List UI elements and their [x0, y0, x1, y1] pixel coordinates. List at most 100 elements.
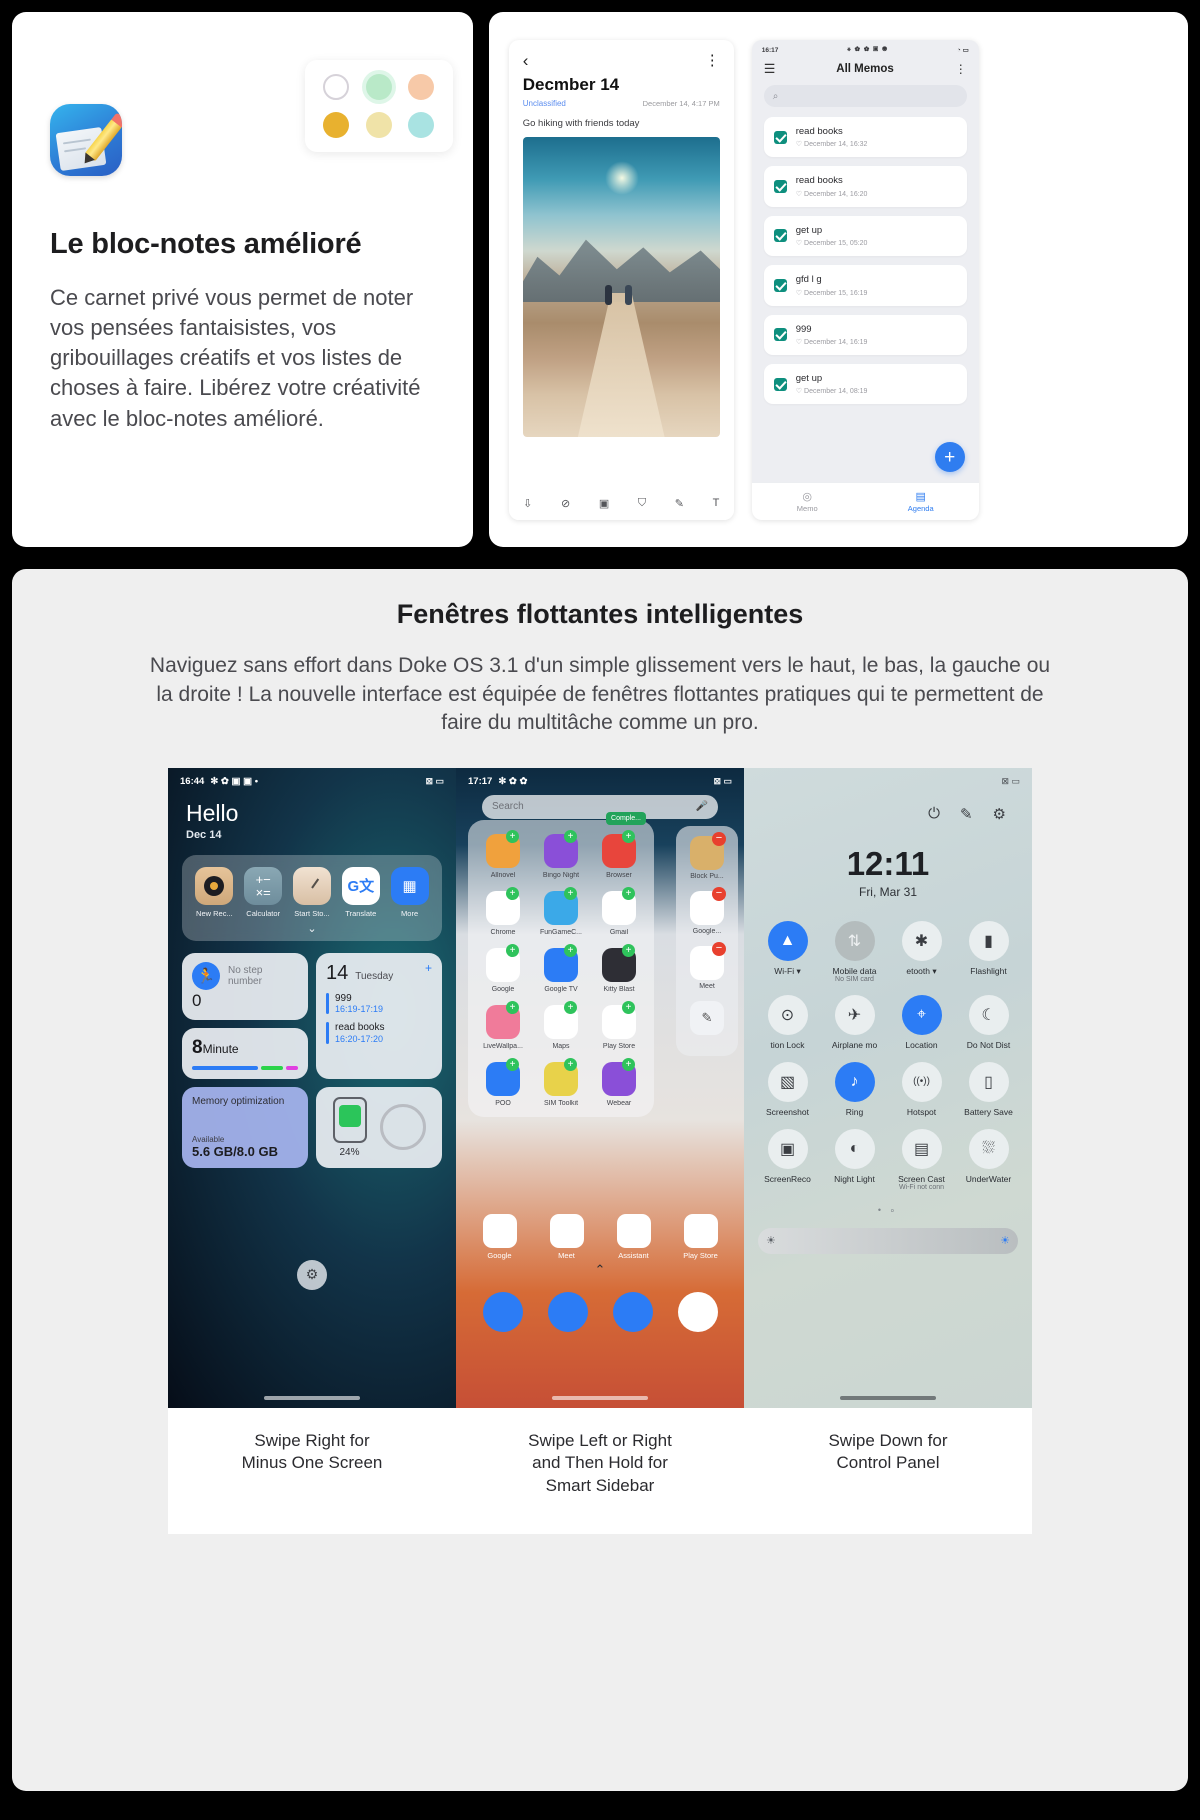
remove-icon[interactable]: − [712, 831, 726, 846]
swatch-white[interactable] [323, 74, 350, 100]
add-icon[interactable]: + [622, 943, 635, 957]
add-icon[interactable]: + [564, 886, 577, 900]
toggle-night-light[interactable]: ◐ Night Light [821, 1128, 888, 1191]
overflow-menu-icon[interactable]: ⋮ [955, 63, 967, 75]
add-icon[interactable]: + [564, 1057, 577, 1071]
add-memo-button[interactable]: + [934, 442, 965, 472]
app-maps[interactable]: + Maps [534, 1000, 588, 1050]
swatch-pale-yellow[interactable] [365, 112, 392, 138]
toggle-location[interactable]: ⌖ Location [888, 994, 955, 1050]
add-icon[interactable]: + [622, 886, 635, 900]
app-google[interactable]: + Google [476, 943, 530, 993]
swatch-gold[interactable] [323, 112, 350, 138]
swatch-peach[interactable] [408, 74, 435, 100]
add-icon[interactable]: + [506, 1057, 519, 1071]
remove-icon[interactable]: − [712, 886, 726, 901]
swatch-green[interactable] [365, 74, 392, 100]
expand-chevron-icon[interactable]: ⌄ [190, 922, 434, 935]
app-sim-toolkit[interactable]: + SIM Toolkit [534, 1057, 588, 1107]
app-poo[interactable]: + POO [476, 1057, 530, 1107]
phone-icon[interactable] [482, 1291, 523, 1332]
tab-agenda[interactable]: ▤ Agenda [908, 490, 934, 513]
toggle-ring[interactable]: ♪ Ring [821, 1061, 888, 1117]
checkbox[interactable] [773, 278, 787, 292]
app-kitty-blast[interactable]: + Kitty Blast [592, 943, 646, 993]
chrome-icon[interactable] [677, 1291, 718, 1332]
app-livewallpaper[interactable]: + LiveWallpa... [476, 1000, 530, 1050]
swatch-cyan[interactable] [408, 112, 435, 138]
add-icon[interactable]: + [506, 943, 519, 957]
brightness-slider[interactable]: ☀ ☀ [758, 1227, 1018, 1254]
shortcut-translate[interactable]: G文 Translate [338, 866, 384, 918]
toggle-flashlight[interactable]: ▮ Flashlight [955, 920, 1022, 983]
checkbox[interactable] [773, 377, 787, 391]
add-icon[interactable]: + [506, 886, 519, 900]
add-icon[interactable]: + [506, 1000, 519, 1014]
toggle-airplane-mode[interactable]: ✈ Airplane mo [821, 994, 888, 1050]
toggle-hotspot[interactable]: ((•)) Hotspot [888, 1061, 955, 1117]
search-input[interactable]: ⌕ [763, 85, 967, 107]
app-fungamec[interactable]: + FunGameC... [534, 886, 588, 936]
mic-icon[interactable]: 🎤 [696, 801, 708, 812]
settings-gear-button[interactable]: ⚙ [297, 1259, 327, 1290]
step-counter-widget[interactable]: 🏃 No step number 0 [182, 952, 308, 1020]
toggle-screenshot[interactable]: ▧ Screenshot [754, 1061, 821, 1117]
list-item[interactable]: read books ♡ December 14, 16:32 [763, 117, 967, 158]
shortcut-stopwatch[interactable]: Start Sto... [289, 866, 335, 918]
toggle-screen-recorder[interactable]: ▣ ScreenReco [754, 1128, 821, 1191]
app-play-store[interactable]: Play Store [679, 1213, 723, 1260]
sticker-icon[interactable]: ⛉ [638, 497, 646, 510]
app-meet[interactable]: Meet [545, 1213, 589, 1260]
toggle-battery-saver[interactable]: ▯ Battery Save [955, 1061, 1022, 1117]
sidebar-item-google[interactable]: − Google... [680, 886, 734, 935]
add-icon[interactable]: + [622, 829, 635, 843]
add-event-icon[interactable]: + [425, 961, 432, 975]
list-item[interactable]: get up ♡ December 15, 05:20 [763, 215, 967, 257]
sidebar-item-meet[interactable]: − Meet [680, 941, 734, 990]
edit-icon[interactable]: ✎ [960, 805, 973, 823]
checkbox[interactable] [773, 130, 787, 144]
hamburger-menu-icon[interactable]: ☰ [764, 62, 776, 75]
app-gmail[interactable]: + Gmail [592, 886, 646, 936]
note-category-tag[interactable]: Unclassified [523, 99, 566, 108]
browser-icon[interactable] [612, 1291, 653, 1332]
toggle-screen-cast[interactable]: ▤ Screen Cast Wi-Fi not conn [888, 1128, 955, 1191]
list-item[interactable]: gfd l g ♡ December 15, 16:19 [763, 265, 967, 306]
back-icon[interactable]: ‹ [523, 52, 529, 69]
settings-icon[interactable]: ⚙ [993, 805, 1006, 823]
app-play-store[interactable]: + Play Store [592, 1000, 646, 1050]
toggle-mobile-data[interactable]: ⇅ Mobile data No SIM card [821, 920, 888, 983]
add-icon[interactable]: + [622, 1057, 635, 1071]
list-item[interactable]: get up ♡ December 14, 08:19 [763, 363, 967, 405]
app-allnovel[interactable]: + Allnovel [476, 829, 530, 879]
add-icon[interactable]: + [564, 943, 577, 957]
up-chevron-icon[interactable]: ⌃ [456, 1262, 744, 1278]
app-google-tv[interactable]: + Google TV [534, 943, 588, 993]
toggle-bluetooth[interactable]: ✱ etooth ▾ [888, 920, 955, 983]
sidebar-item-note[interactable]: ✎ [680, 1000, 734, 1035]
checkbox[interactable] [773, 229, 787, 243]
calendar-widget[interactable]: + 14 Tuesday 999 16:19-17:19 read books … [316, 952, 442, 1079]
toggle-underwater[interactable]: ⛆ UnderWater [955, 1128, 1022, 1191]
power-icon[interactable]: ⏻ [928, 805, 940, 823]
app-bingo-night[interactable]: + Bingo Night [534, 829, 588, 879]
calendar-event[interactable]: 999 16:19-17:19 [326, 992, 432, 1015]
shortcut-new-recording[interactable]: New Rec... [191, 866, 237, 918]
app-browser[interactable]: + Browser [592, 829, 646, 879]
shortcut-more[interactable]: ▦ More [387, 866, 433, 918]
overflow-menu-icon[interactable]: ⋮ [705, 53, 720, 68]
sidebar-item-block-puzzle[interactable]: − Block Pu... [680, 831, 734, 880]
shortcut-calculator[interactable]: +− ×= Calculator [240, 866, 286, 918]
add-icon[interactable]: + [506, 829, 519, 843]
add-icon[interactable]: + [564, 829, 577, 843]
image-icon[interactable]: ▣ [599, 497, 609, 510]
page-indicator-dots[interactable]: • ∘ [744, 1205, 1032, 1216]
toggle-wifi[interactable]: ▲ Wi-Fi ▾ [754, 920, 821, 983]
memory-widget[interactable]: Memory optimization Available 5.6 GB/8.0… [182, 1086, 308, 1168]
checklist-icon[interactable]: ⊘ [561, 497, 570, 510]
screen-time-widget[interactable]: 8 Minute [182, 1027, 308, 1079]
search-input[interactable]: Search 🎤 [482, 794, 718, 819]
battery-widget[interactable]: 24% [316, 1086, 442, 1168]
remove-icon[interactable]: − [712, 941, 726, 956]
add-icon[interactable]: + [564, 1000, 577, 1014]
